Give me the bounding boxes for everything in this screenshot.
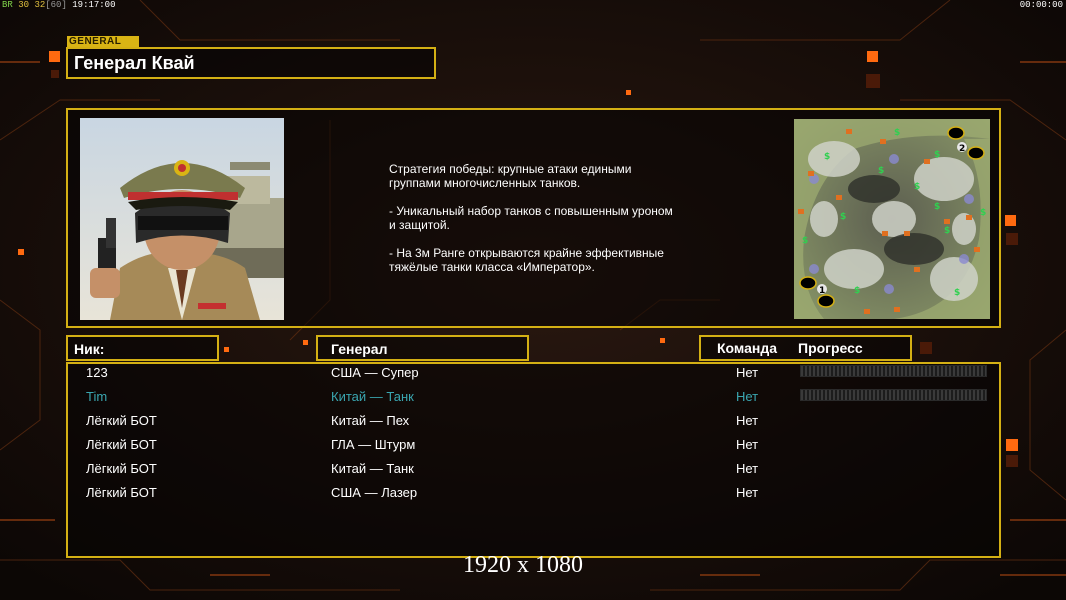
- svg-text:$: $: [944, 226, 950, 236]
- player-general: Китай — Пех: [331, 413, 410, 428]
- player-team: Нет: [736, 365, 759, 380]
- player-team: Нет: [736, 389, 759, 404]
- resolution-label: 1920 x 1080: [463, 552, 583, 578]
- player-nick: Лёгкий БОТ: [86, 461, 157, 476]
- player-general: ГЛА — Штурм: [331, 437, 416, 452]
- svg-text:$: $: [802, 236, 808, 246]
- hud-stats: BR 30 32[60] 19:17:00: [2, 0, 115, 10]
- column-header-nick: Ник:: [74, 341, 105, 357]
- player-nick: 123: [86, 365, 108, 380]
- svg-text:$: $: [914, 182, 920, 192]
- hud-stat-a: BR: [2, 0, 13, 10]
- player-row[interactable]: Лёгкий БОТ Китай — Пех Нет: [0, 413, 1066, 437]
- svg-text:$: $: [824, 152, 830, 162]
- column-header-progress: Прогресс: [798, 340, 863, 356]
- hud-stat-d: [60]: [45, 0, 67, 10]
- player-general: США — Супер: [331, 365, 419, 380]
- svg-text:$: $: [894, 128, 900, 138]
- player-team: Нет: [736, 437, 759, 452]
- general-name: Генерал Квай: [74, 53, 195, 73]
- player-nick: Лёгкий БОТ: [86, 485, 157, 500]
- player-row[interactable]: Лёгкий БОТ ГЛА — Штурм Нет: [0, 437, 1066, 461]
- svg-text:$: $: [954, 288, 960, 298]
- player-row[interactable]: 123 США — Супер Нет: [0, 365, 1066, 389]
- column-header-general: Генерал: [331, 341, 388, 357]
- player-progress-bar: [800, 389, 987, 401]
- svg-text:$: $: [878, 166, 884, 176]
- hud-stat-b: 30: [18, 0, 30, 10]
- player-nick: Лёгкий БОТ: [86, 413, 157, 428]
- player-team: Нет: [736, 461, 759, 476]
- svg-text:$: $: [854, 286, 860, 296]
- player-row[interactable]: Tim Китай — Танк Нет: [0, 389, 1066, 413]
- svg-text:$: $: [840, 212, 846, 222]
- player-nick: Tim: [86, 389, 108, 404]
- player-row[interactable]: Лёгкий БОТ Китай — Танк Нет: [0, 461, 1066, 485]
- map-preview[interactable]: $ $ $ $ $ $ $ $ $ $ $ $ 2 1: [794, 119, 990, 319]
- general-tag: GENERAL: [67, 36, 139, 47]
- general-portrait: [80, 118, 284, 320]
- hud-time-right: 00:00:00: [1019, 0, 1063, 10]
- svg-text:$: $: [934, 202, 940, 212]
- general-description: Стратегия победы: крупные атаки едиными …: [389, 162, 673, 274]
- column-header-team: Команда: [717, 340, 777, 356]
- player-team: Нет: [736, 413, 759, 428]
- hud-time-left: 19:17:00: [72, 0, 116, 10]
- svg-text:$: $: [980, 208, 986, 218]
- player-team: Нет: [736, 485, 759, 500]
- hud-stat-c: 32: [34, 0, 46, 10]
- map-start-2: 2: [959, 144, 965, 154]
- svg-text:$: $: [934, 150, 940, 160]
- player-general: Китай — Танк: [331, 389, 414, 404]
- player-nick: Лёгкий БОТ: [86, 437, 157, 452]
- player-row[interactable]: Лёгкий БОТ США — Лазер Нет: [0, 485, 1066, 509]
- map-start-1: 1: [819, 286, 825, 296]
- player-progress-bar: [800, 365, 987, 377]
- player-general: США — Лазер: [331, 485, 418, 500]
- player-general: Китай — Танк: [331, 461, 414, 476]
